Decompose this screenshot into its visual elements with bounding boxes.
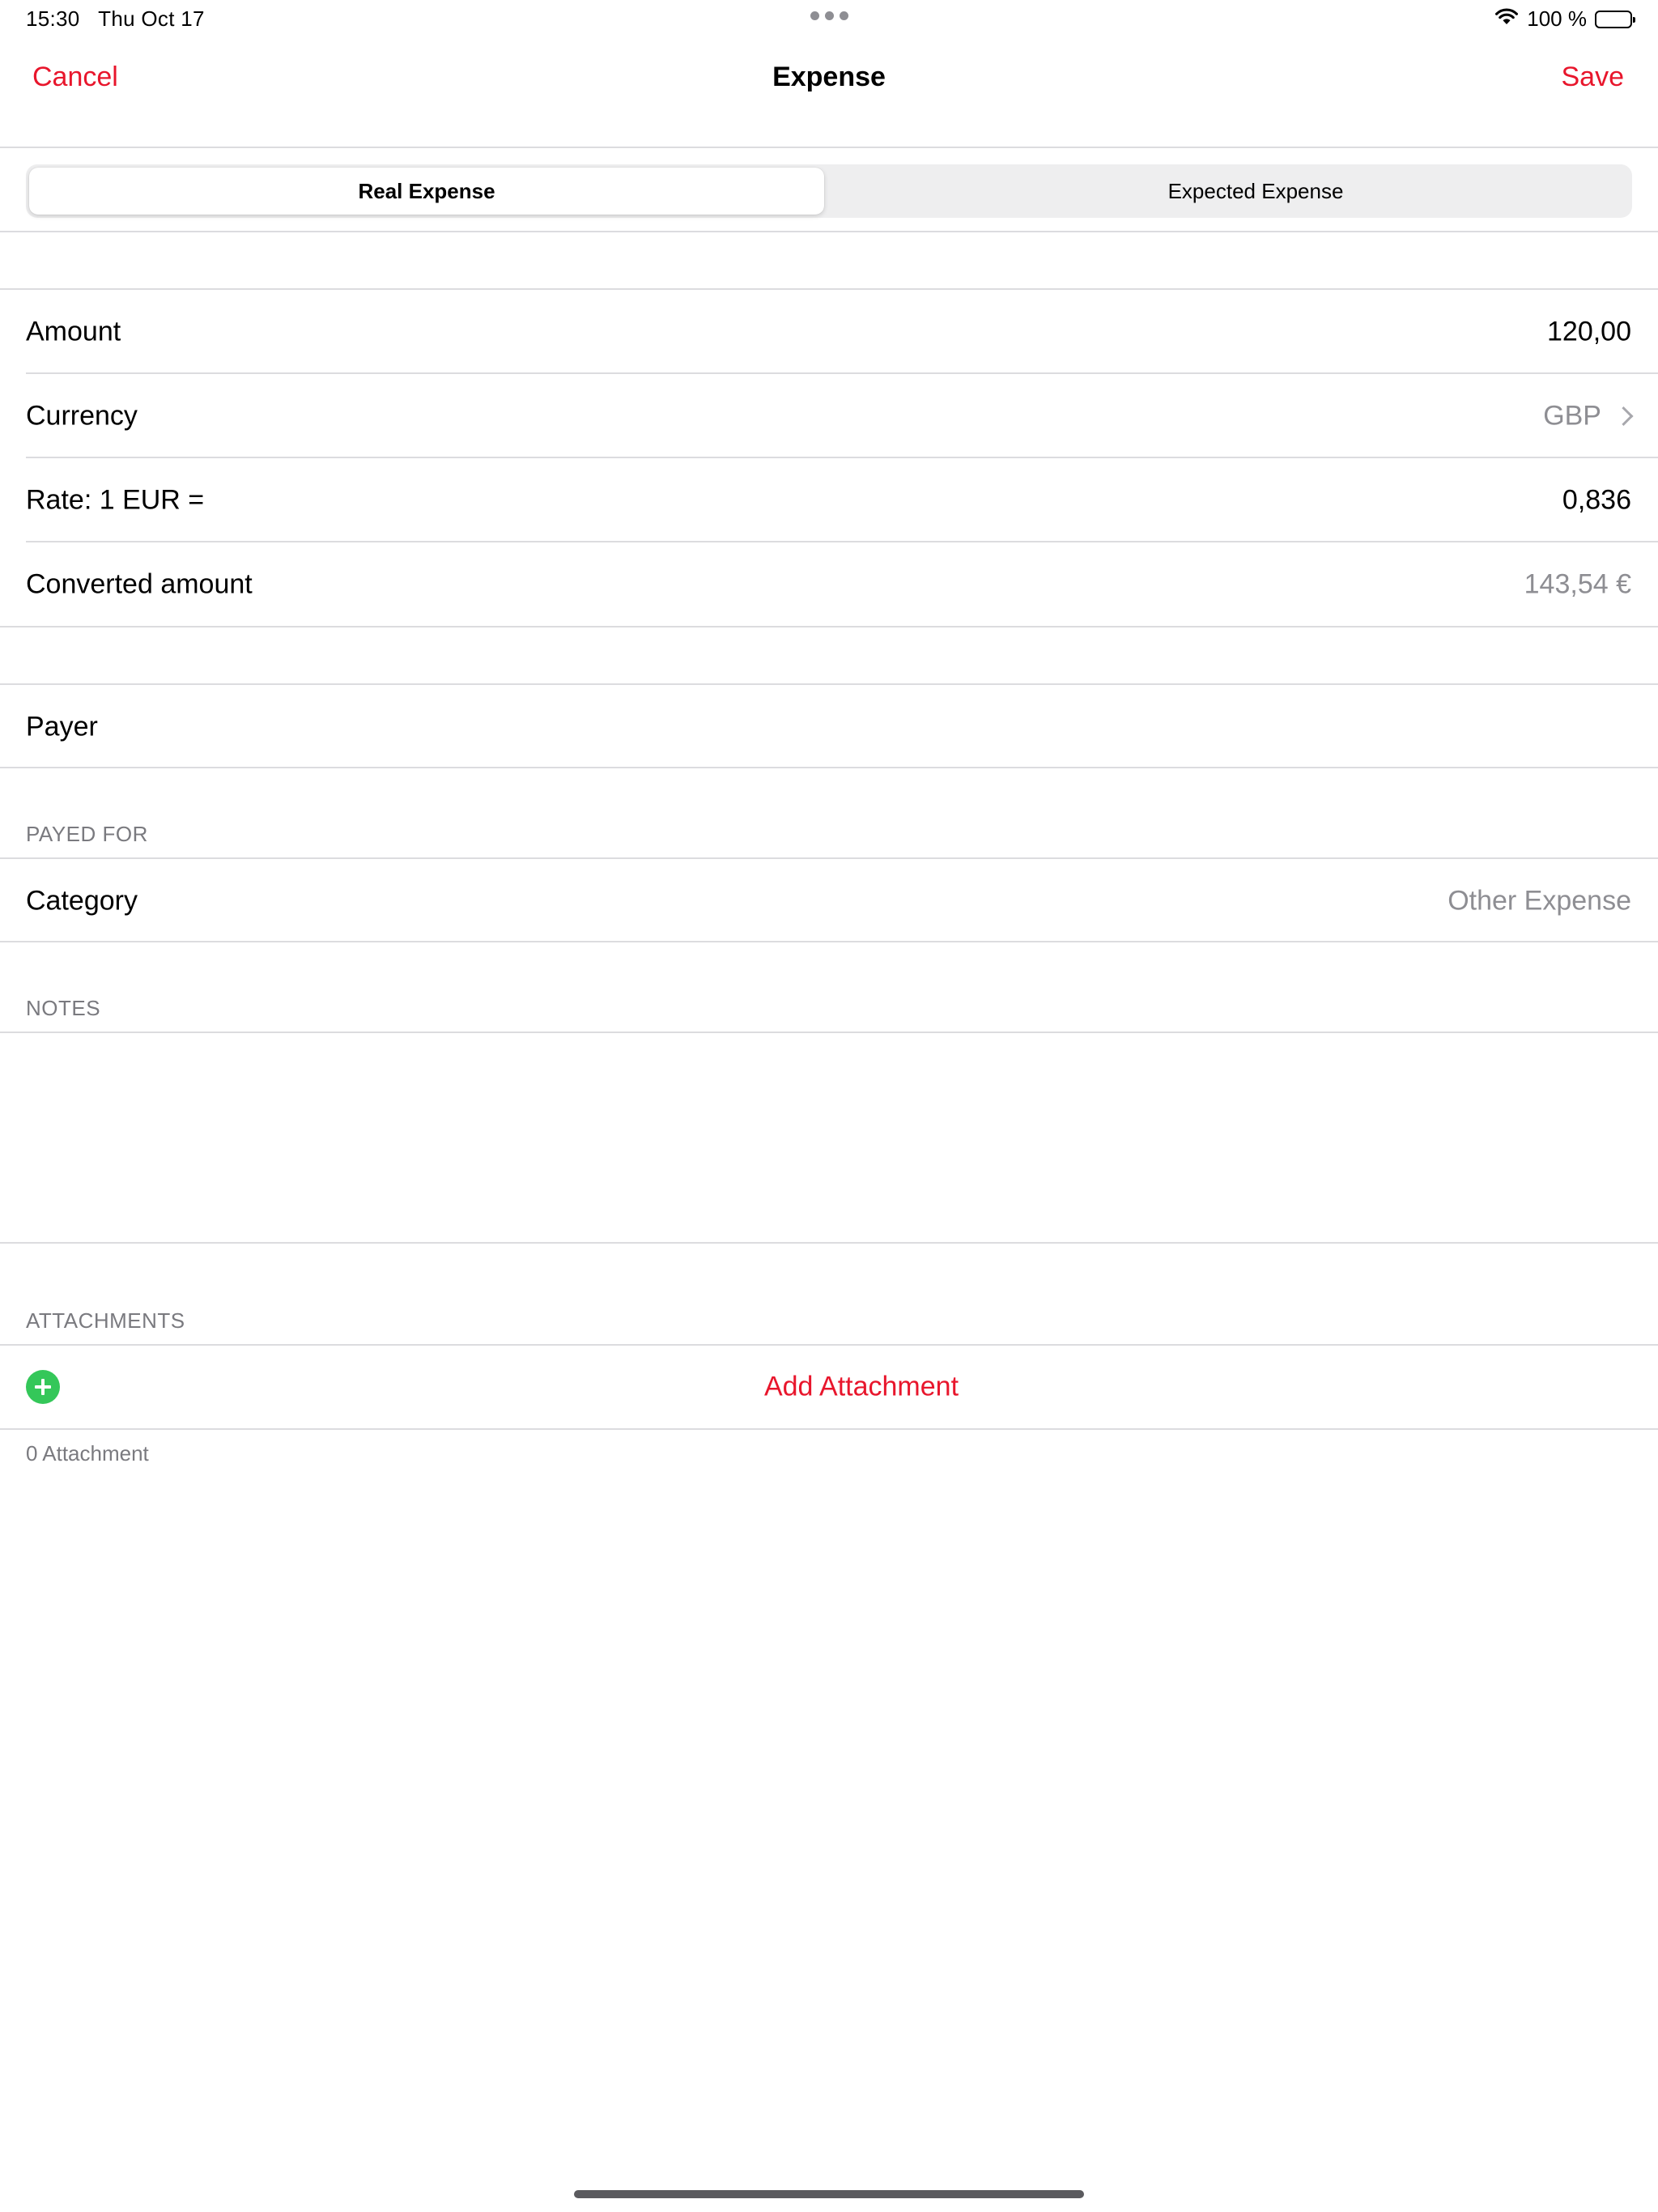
add-attachment-label: Add Attachment	[763, 1371, 959, 1402]
page-title: Expense	[772, 62, 886, 92]
category-row[interactable]: Category Other Expense	[0, 859, 1658, 943]
payer-row[interactable]: Payer	[0, 685, 1658, 769]
segment-real-expense[interactable]: Real Expense	[29, 168, 824, 215]
separator	[0, 941, 1658, 942]
multitasking-dots-icon[interactable]	[0, 11, 1658, 20]
expense-screen: 15:30 Thu Oct 17 100 % Cancel Expense Sa…	[0, 0, 1658, 2212]
attachment-count: 0 Attachment	[26, 1441, 149, 1465]
battery-icon	[1595, 10, 1635, 28]
chevron-right-icon	[1613, 406, 1634, 427]
expense-type-segmented-control: Real Expense Expected Expense	[26, 164, 1632, 218]
notes-textarea[interactable]	[0, 1033, 1658, 1242]
home-indicator[interactable]	[574, 2190, 1084, 2198]
converted-amount-row: Converted amount 143,54 €	[0, 542, 1658, 627]
separator	[0, 626, 1658, 627]
category-value: Other Expense	[1448, 885, 1631, 917]
currency-row[interactable]: Currency GBP	[0, 374, 1658, 458]
category-label: Category	[26, 885, 138, 917]
segment-expected-expense[interactable]: Expected Expense	[855, 168, 1656, 215]
currency-value: GBP	[1543, 400, 1601, 432]
converted-amount-label: Converted amount	[26, 568, 253, 600]
separator	[0, 1428, 1658, 1430]
currency-label: Currency	[26, 400, 138, 432]
amount-value[interactable]: 120,00	[1547, 317, 1631, 348]
battery-percent: 100 %	[1527, 6, 1587, 31]
rate-label: Rate: 1 EUR =	[26, 484, 205, 516]
status-bar: 15:30 Thu Oct 17 100 %	[0, 0, 1658, 39]
separator	[0, 1242, 1658, 1244]
notes-section-header: NOTES	[26, 996, 101, 1020]
amount-row[interactable]: Amount 120,00	[0, 290, 1658, 374]
save-button[interactable]: Save	[1562, 62, 1625, 93]
status-indicators: 100 %	[1494, 6, 1635, 32]
navigation-bar: Cancel Expense Save	[0, 39, 1658, 148]
separator	[0, 767, 1658, 768]
separator	[0, 231, 1658, 232]
payer-label: Payer	[26, 711, 98, 742]
attachments-section-header: ATTACHMENTS	[26, 1308, 185, 1333]
add-attachment-button[interactable]: Add Attachment	[0, 1346, 1658, 1428]
rate-value[interactable]: 0,836	[1562, 485, 1631, 517]
amount-label: Amount	[26, 316, 121, 347]
rate-row[interactable]: Rate: 1 EUR = 0,836	[0, 458, 1658, 542]
payed-for-section-header: PAYED FOR	[26, 822, 148, 846]
wifi-icon	[1494, 6, 1519, 32]
converted-amount-value: 143,54 €	[1524, 568, 1631, 600]
